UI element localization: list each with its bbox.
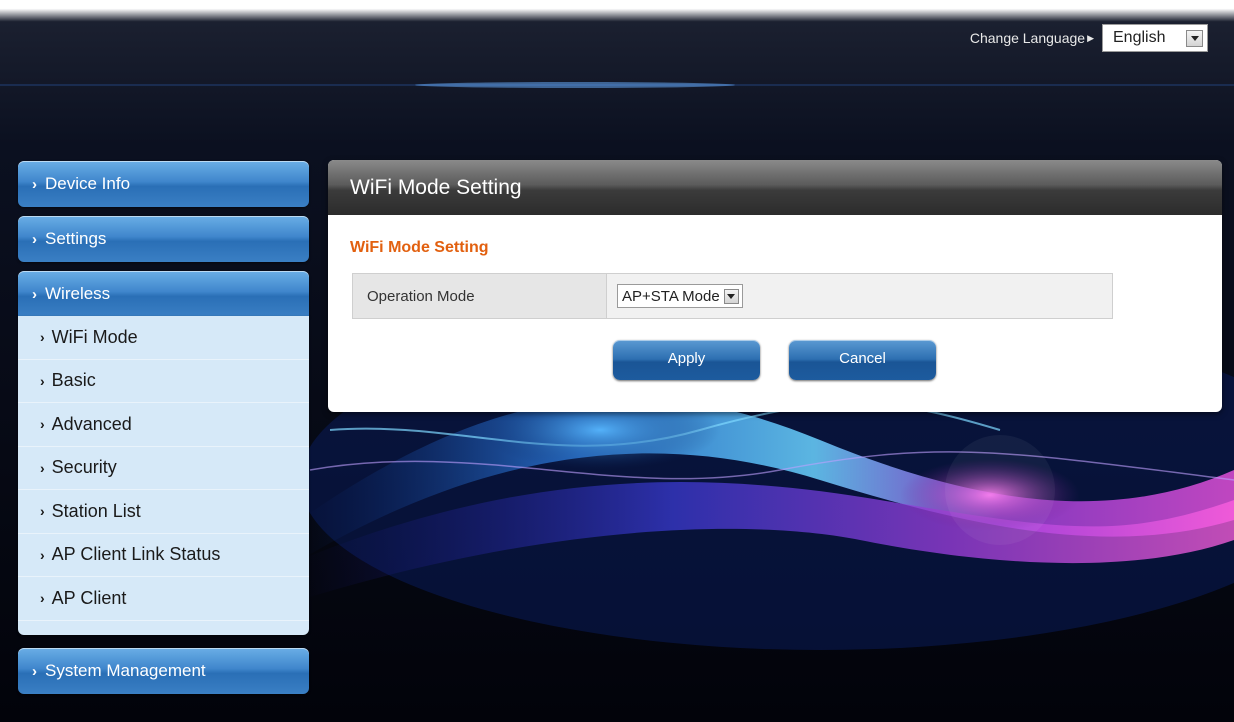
panel-title: WiFi Mode Setting <box>350 175 522 199</box>
operation-mode-row: Operation Mode AP+STA Mode <box>352 273 1113 319</box>
submenu-item-ap-client[interactable]: › AP Client <box>18 577 309 621</box>
submenu-item-label: AP Client Link Status <box>51 544 221 565</box>
chevron-right-icon: › <box>40 459 45 476</box>
operation-mode-label: Operation Mode <box>353 274 607 318</box>
chevron-right-icon: › <box>32 662 37 680</box>
chevron-right-icon: › <box>40 546 45 563</box>
change-language-label: Change Language <box>969 30 1086 46</box>
triangle-right-icon: ▶ <box>1087 32 1094 43</box>
cancel-button[interactable]: Cancel <box>789 340 936 380</box>
nav-settings-label: Settings <box>45 229 107 248</box>
operation-mode-value-cell: AP+STA Mode <box>607 274 1112 318</box>
submenu-item-label: Advanced <box>51 413 132 434</box>
submenu-item-station-list[interactable]: › Station List <box>18 490 309 534</box>
operation-mode-selected: AP+STA Mode <box>622 287 720 305</box>
submenu-item-label: AP Client <box>51 587 127 608</box>
submenu-item-label: Station List <box>51 500 141 521</box>
language-bar: Change Language ▶ English <box>970 24 1208 52</box>
nav-device-info[interactable]: › Device Info <box>18 161 309 207</box>
panel-header: WiFi Mode Setting <box>328 160 1222 215</box>
chevron-right-icon: › <box>40 329 45 346</box>
apply-button[interactable]: Apply <box>613 340 760 380</box>
nav-device-info-label: Device Info <box>45 174 131 193</box>
wireless-submenu: › WiFi Mode › Basic › Advanced › Securit… <box>18 316 309 635</box>
submenu-item-basic[interactable]: › Basic <box>18 360 309 403</box>
submenu-item-security[interactable]: › Security <box>18 447 309 490</box>
nav-system-management-label: System Management <box>45 661 206 680</box>
language-select[interactable]: English <box>1102 24 1208 52</box>
language-selected-value: English <box>1113 29 1166 46</box>
chevron-right-icon: › <box>40 503 45 520</box>
submenu-item-label: WiFi Mode <box>51 326 138 347</box>
dropdown-arrow-icon[interactable] <box>723 288 739 304</box>
submenu-item-label: Security <box>51 457 117 478</box>
chevron-right-icon: › <box>40 416 45 433</box>
chevron-right-icon: › <box>40 372 45 389</box>
chevron-right-icon: › <box>32 175 37 193</box>
chevron-right-icon: › <box>32 230 37 248</box>
submenu-item-advanced[interactable]: › Advanced <box>18 403 309 447</box>
section-title: WiFi Mode Setting <box>350 239 489 256</box>
nav-wireless[interactable]: › Wireless <box>18 271 309 317</box>
operation-mode-select[interactable]: AP+STA Mode <box>617 284 743 308</box>
submenu-item-wifi-mode[interactable]: › WiFi Mode <box>18 316 309 360</box>
chevron-right-icon: › <box>40 590 45 607</box>
nav-system-management[interactable]: › System Management <box>18 648 309 694</box>
submenu-item-label: Basic <box>51 370 96 391</box>
nav-wireless-label: Wireless <box>45 284 111 303</box>
nav-settings[interactable]: › Settings <box>18 216 309 262</box>
chevron-right-icon: › <box>32 285 37 303</box>
dropdown-arrow-icon[interactable] <box>1186 29 1203 47</box>
submenu-item-ap-client-link-status[interactable]: › AP Client Link Status <box>18 534 309 577</box>
wifi-mode-panel: WiFi Mode Setting WiFi Mode Setting Oper… <box>328 160 1222 412</box>
